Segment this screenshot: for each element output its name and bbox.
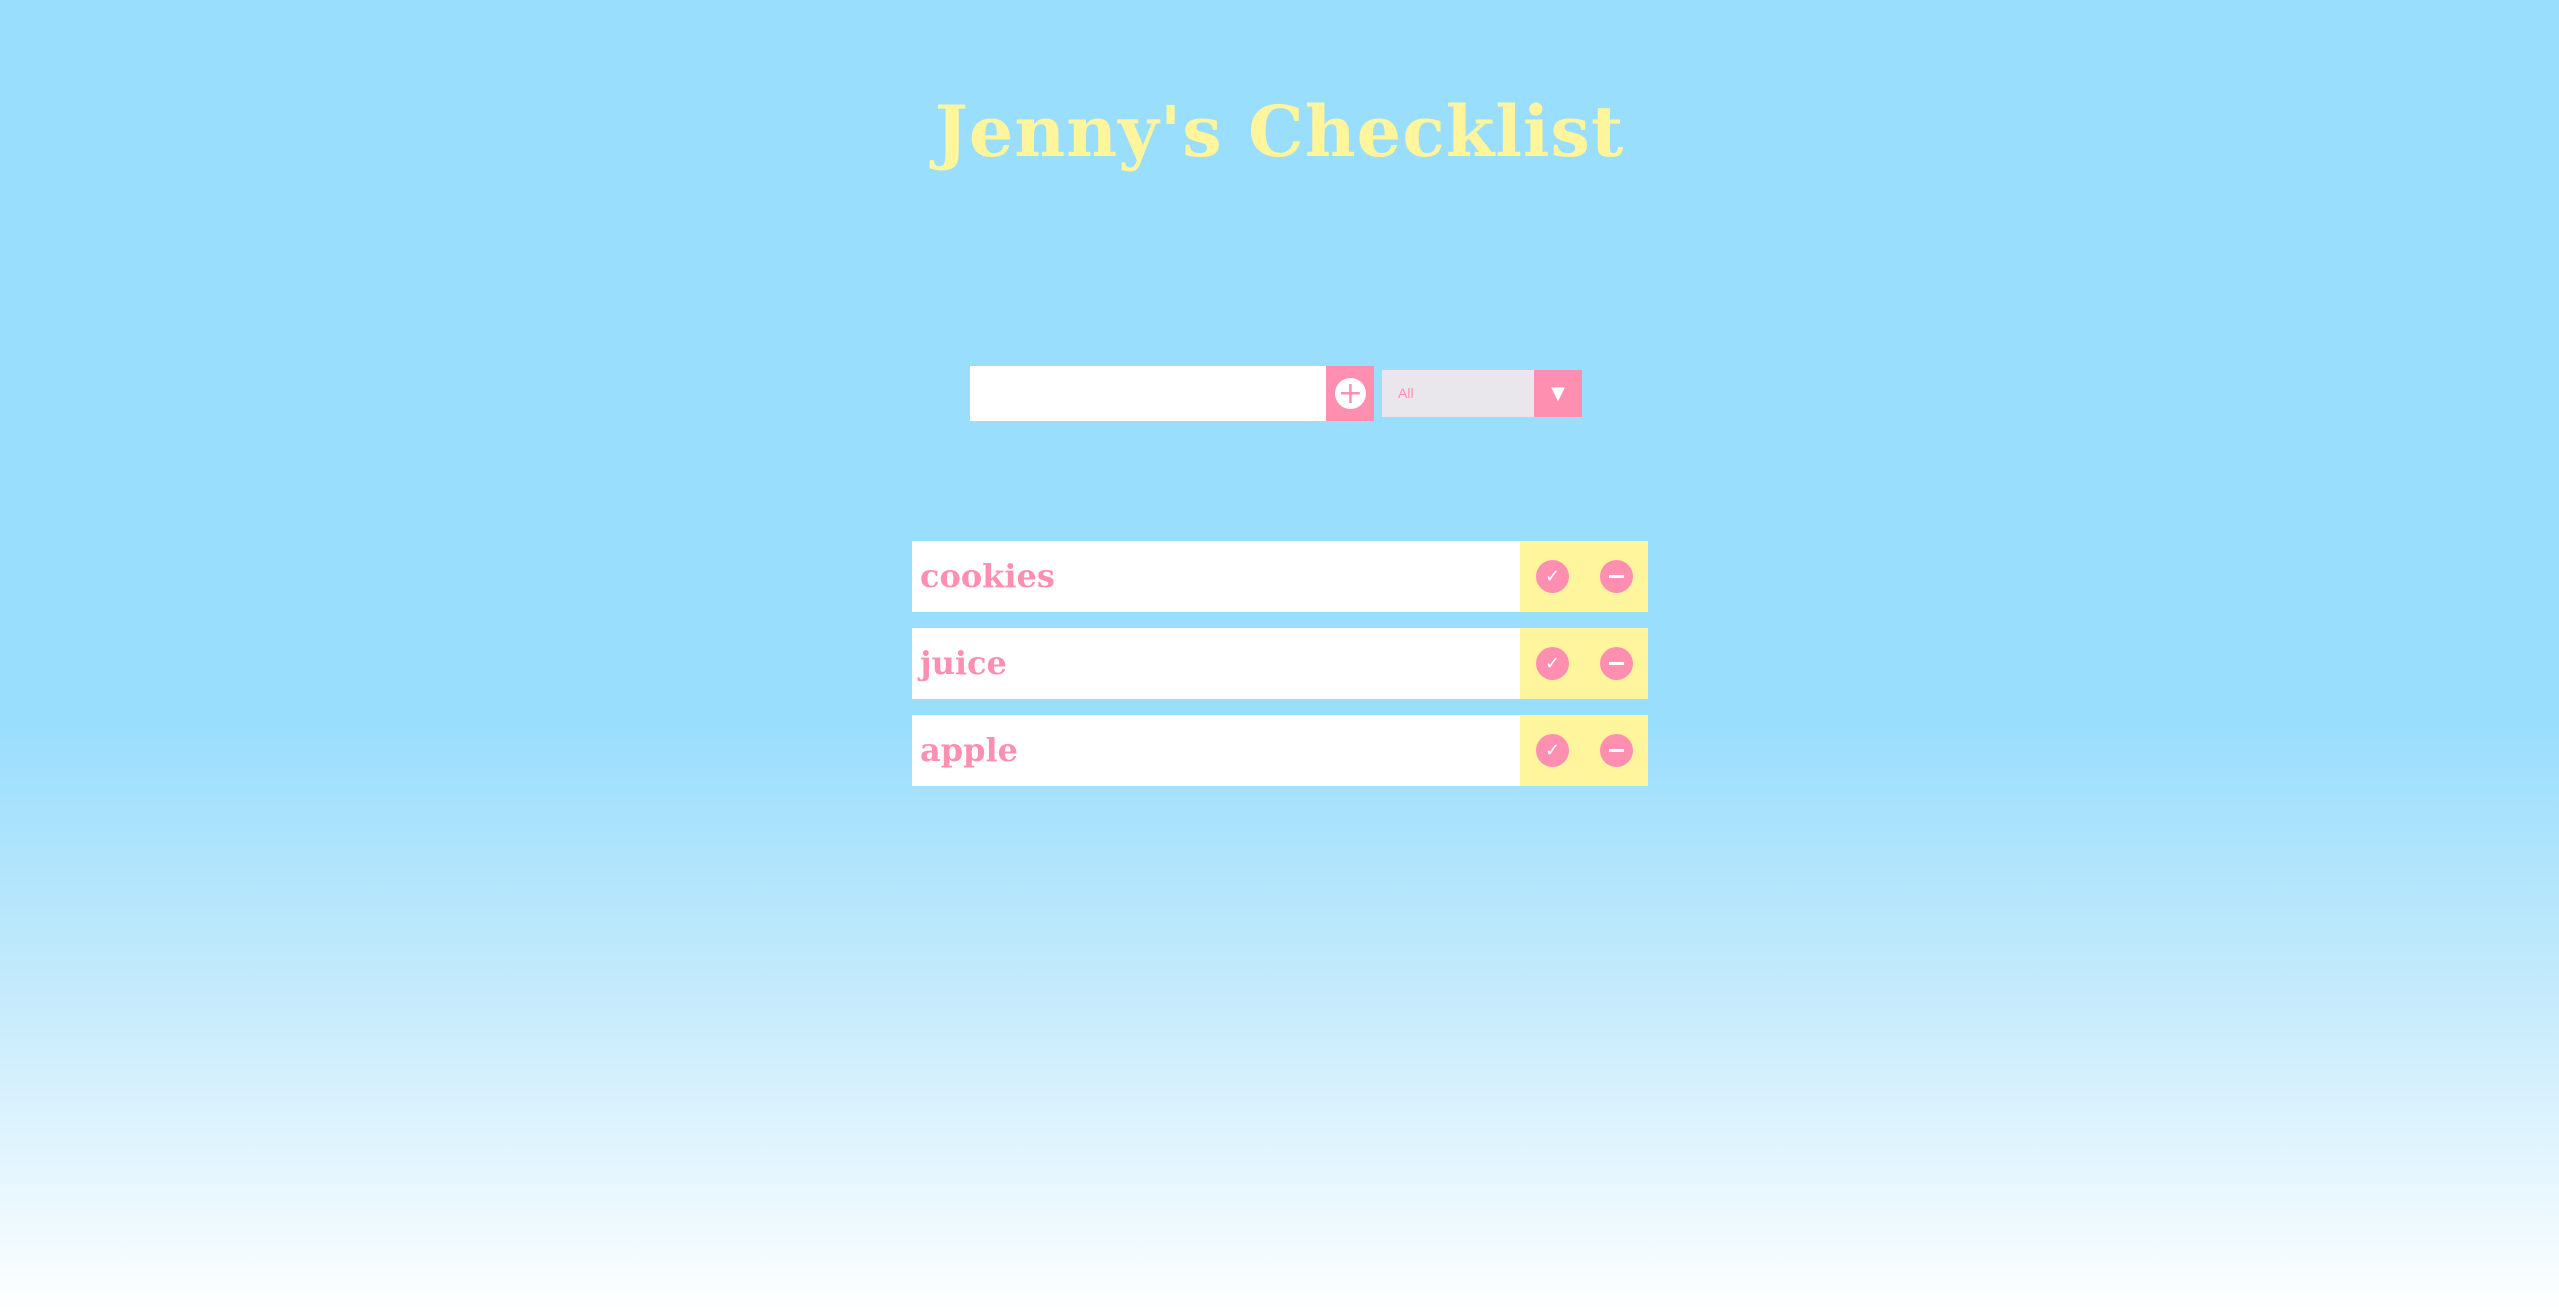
todo-item-label: apple	[920, 731, 1018, 769]
add-todo-button[interactable]: +	[1326, 366, 1374, 421]
complete-button[interactable]: ✓	[1536, 734, 1569, 767]
check-icon: ✓	[1544, 653, 1561, 674]
chevron-down-icon: ▼	[1534, 370, 1582, 417]
complete-button[interactable]: ✓	[1536, 647, 1569, 680]
todo-item: cookies ✓	[912, 541, 1648, 612]
delete-button[interactable]	[1600, 560, 1633, 593]
todo-list: cookies ✓ juice ✓ apple ✓	[912, 541, 1648, 802]
check-icon: ✓	[1544, 566, 1561, 587]
check-icon: ✓	[1544, 740, 1561, 761]
filter-select[interactable]: All ▼	[1382, 370, 1582, 417]
todo-actions: ✓	[1520, 715, 1648, 786]
delete-button[interactable]	[1600, 647, 1633, 680]
minus-icon	[1609, 662, 1624, 665]
todo-item-label: juice	[920, 644, 1007, 682]
todo-item: apple ✓	[912, 715, 1648, 786]
todo-item: juice ✓	[912, 628, 1648, 699]
todo-actions: ✓	[1520, 541, 1648, 612]
minus-icon	[1609, 575, 1624, 578]
todo-item-label: cookies	[920, 557, 1055, 595]
page-title: Jenny's Checklist	[934, 90, 1625, 173]
plus-icon: +	[1335, 378, 1366, 409]
complete-button[interactable]: ✓	[1536, 560, 1569, 593]
todo-input[interactable]	[970, 366, 1326, 421]
minus-icon	[1609, 749, 1624, 752]
todo-actions: ✓	[1520, 628, 1648, 699]
delete-button[interactable]	[1600, 734, 1633, 767]
filter-select-value: All	[1382, 370, 1534, 417]
